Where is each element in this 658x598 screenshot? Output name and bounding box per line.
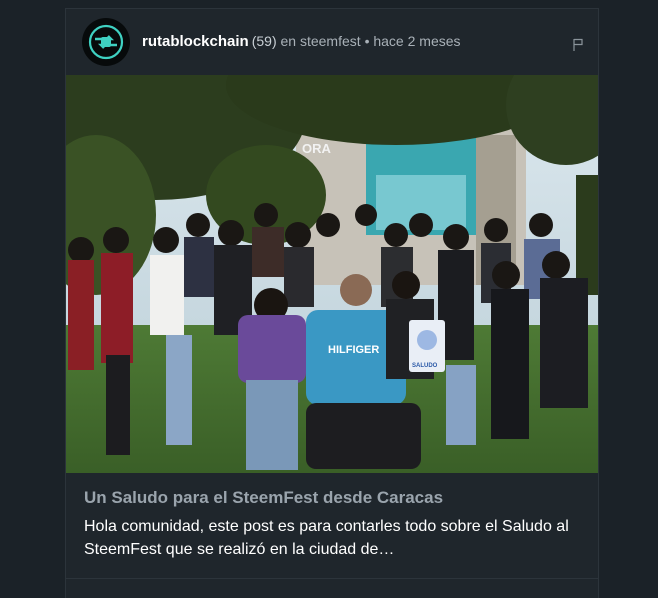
author-avatar[interactable]	[82, 18, 130, 66]
flag-icon[interactable]	[572, 38, 584, 52]
shirt-logo: HILFIGER	[328, 344, 379, 356]
building-sign: ORA	[302, 141, 332, 156]
post-card: rutablockchain (59) en steemfest • hace 2…	[65, 8, 599, 598]
post-time[interactable]: hace 2 meses	[373, 33, 460, 49]
in-label: en	[280, 33, 297, 49]
post-header: rutablockchain (59) en steemfest • hace 2…	[82, 18, 586, 68]
post-excerpt[interactable]: Hola comunidad, este post es para contar…	[84, 515, 584, 561]
author-reputation: (59)	[251, 33, 277, 49]
community-link[interactable]: steemfest	[300, 33, 361, 49]
group-photo: ORA HILFIGER SALUDO	[66, 75, 598, 473]
post-byline: rutablockchain (59) en steemfest • hace 2…	[142, 33, 461, 50]
purple-shirt	[238, 315, 306, 383]
sign-text: SALUDO	[412, 363, 438, 369]
post-title[interactable]: Un Saludo para el SteemFest desde Caraca…	[84, 488, 584, 508]
separator: •	[364, 33, 370, 49]
divider	[66, 578, 598, 579]
ruta-blockchain-logo-icon	[88, 24, 124, 60]
post-image[interactable]: ORA HILFIGER SALUDO	[66, 75, 598, 473]
author-name[interactable]: rutablockchain	[142, 33, 249, 50]
